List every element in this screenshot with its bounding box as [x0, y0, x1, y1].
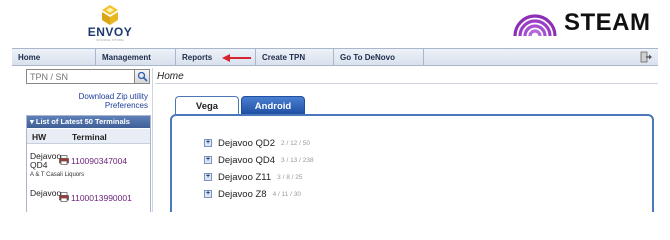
row1-merchant: A & T Casali Liquors [30, 172, 85, 178]
expand-plus-icon[interactable]: + [204, 139, 212, 147]
tree-row[interactable]: + Dejavoo Z8 4 / 11 / 30 [204, 188, 301, 200]
tree-row[interactable]: + Dejavoo Z11 3 / 8 / 25 [204, 171, 302, 183]
main-nav: Home Management Reports Create TPN Go To… [12, 48, 658, 66]
expand-plus-icon[interactable]: + [204, 156, 212, 164]
nav-management[interactable]: Management [96, 49, 176, 66]
search-input[interactable] [26, 69, 148, 84]
logout-icon[interactable] [640, 51, 652, 63]
tab-vega[interactable]: Vega [175, 96, 239, 115]
red-arrow-icon [222, 54, 251, 62]
col-hw: HW [32, 132, 47, 142]
column-divider [152, 68, 153, 212]
search-button[interactable] [134, 69, 150, 84]
panel-title: List of Latest 50 Terminals [35, 117, 130, 126]
nav-create-tpn[interactable]: Create TPN [256, 49, 334, 66]
expand-plus-icon[interactable]: + [204, 190, 212, 198]
expand-plus-icon[interactable]: + [204, 173, 212, 181]
steam-logo: STEAM [512, 6, 651, 40]
download-zip-link[interactable]: Download Zip utility [79, 92, 148, 101]
device-counts: 2 / 12 / 50 [281, 139, 310, 147]
device-model: Dejavoo Z11 [218, 171, 272, 183]
latest-terminals-panel: ▾ List of Latest 50 Terminals HW Termina… [26, 115, 151, 212]
device-model: Dejavoo QD2 [218, 137, 276, 149]
row1-hw-line2: QD4 [30, 160, 48, 170]
header: ENVOY SOURCE STORE STEAM [12, 0, 658, 46]
device-counts: 3 / 13 / 238 [281, 156, 314, 164]
envoy-logo: ENVOY SOURCE STORE [80, 4, 140, 42]
row2-terminal-link[interactable]: 1100013990001 [71, 193, 132, 203]
envoy-emblem-icon [102, 5, 118, 25]
tree-row[interactable]: + Dejavoo QD4 3 / 13 / 238 [204, 154, 314, 166]
panel-header[interactable]: ▾ List of Latest 50 Terminals [27, 116, 150, 128]
envoy-wordmark: ENVOY [87, 25, 133, 39]
device-counts: 4 / 11 / 30 [272, 190, 302, 198]
steam-wordmark: STEAM [564, 9, 651, 36]
tab-android[interactable]: Android [241, 96, 305, 115]
search-icon [137, 71, 148, 82]
breadcrumb: Home [155, 69, 658, 84]
device-model: Dejavoo Z8 [218, 188, 267, 200]
preferences-link[interactable]: Preferences [105, 101, 148, 110]
tree-row[interactable]: + Dejavoo QD2 2 / 12 / 50 [204, 137, 310, 149]
device-counts: 3 / 8 / 25 [277, 173, 303, 181]
nav-home[interactable]: Home [12, 49, 96, 66]
printer-icon [59, 192, 69, 202]
device-model: Dejavoo QD4 [218, 154, 276, 166]
col-terminal: Terminal [72, 132, 107, 142]
nav-go-to-denovo[interactable]: Go To DeNovo [334, 49, 424, 66]
row1-terminal-link[interactable]: 110090347004 [71, 156, 127, 166]
printer-icon [59, 155, 69, 165]
app-frame: ENVOY SOURCE STORE STEAM Home Management… [12, 0, 658, 212]
row2-hw-line1: Dejavoo [30, 188, 62, 198]
steam-rainbow-icon [513, 14, 557, 37]
